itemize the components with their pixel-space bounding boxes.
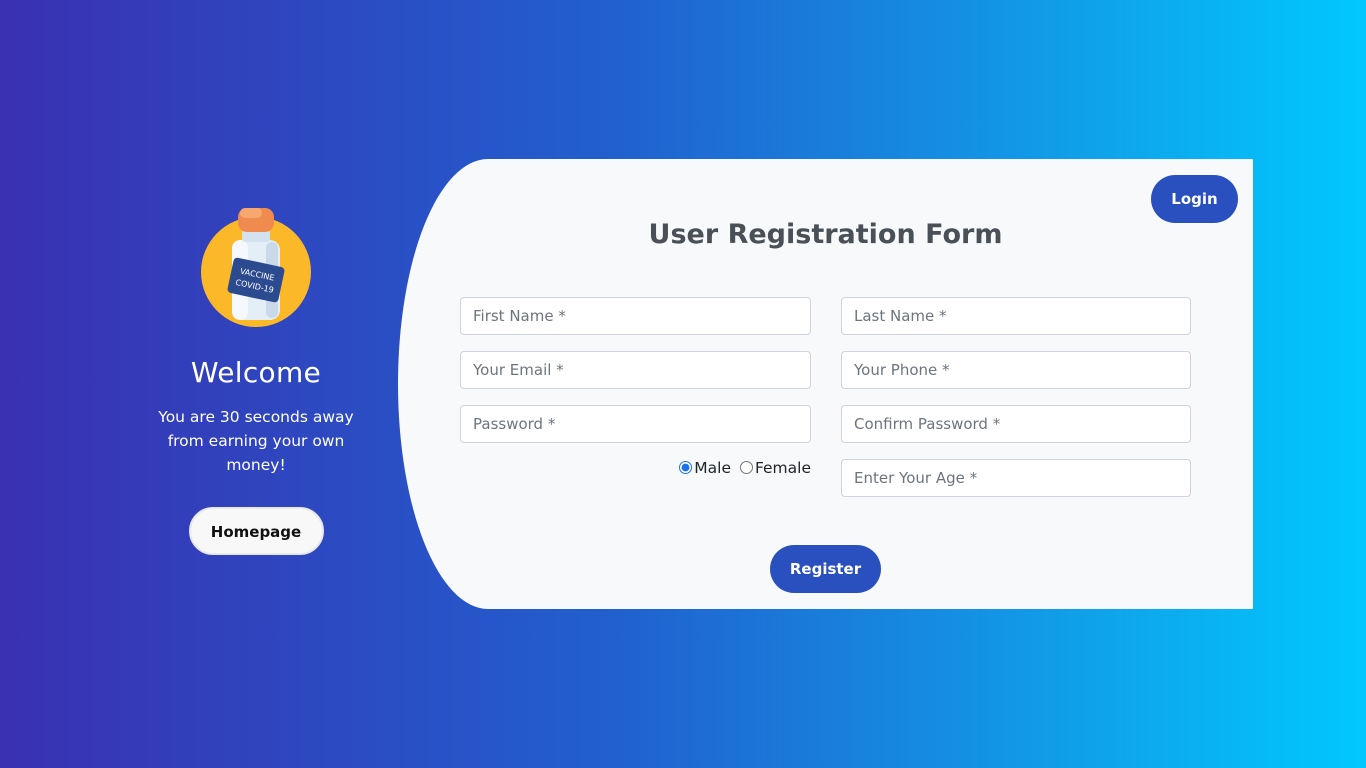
registration-card: Login User Registration Form Male Female… bbox=[398, 159, 1253, 609]
female-radio[interactable] bbox=[739, 461, 753, 474]
vaccine-bottle-icon: VACCINE COVID-19 bbox=[201, 208, 311, 327]
gender-option-male[interactable]: Male bbox=[675, 459, 731, 477]
male-label: Male bbox=[694, 459, 732, 477]
female-label: Female bbox=[754, 459, 811, 477]
register-button[interactable]: Register bbox=[770, 545, 881, 593]
confirm-password-input[interactable] bbox=[841, 405, 1191, 443]
age-input[interactable] bbox=[841, 459, 1191, 497]
welcome-panel: VACCINE COVID-19 Welcome You are 30 seco… bbox=[146, 200, 366, 555]
password-input[interactable] bbox=[460, 405, 811, 443]
welcome-tagline: You are 30 seconds away from earning you… bbox=[158, 408, 354, 474]
gender-option-female[interactable]: Female bbox=[736, 459, 811, 477]
male-radio[interactable] bbox=[679, 461, 693, 474]
phone-input[interactable] bbox=[841, 351, 1191, 389]
homepage-button[interactable]: Homepage bbox=[188, 507, 324, 555]
form-title: User Registration Form bbox=[648, 219, 1003, 250]
email-input[interactable] bbox=[460, 351, 811, 389]
gender-radio-group: Male Female bbox=[460, 459, 811, 483]
last-name-input[interactable] bbox=[841, 297, 1191, 335]
welcome-title: Welcome bbox=[190, 356, 322, 389]
login-button[interactable]: Login bbox=[1151, 175, 1238, 223]
first-name-input[interactable] bbox=[460, 297, 811, 335]
